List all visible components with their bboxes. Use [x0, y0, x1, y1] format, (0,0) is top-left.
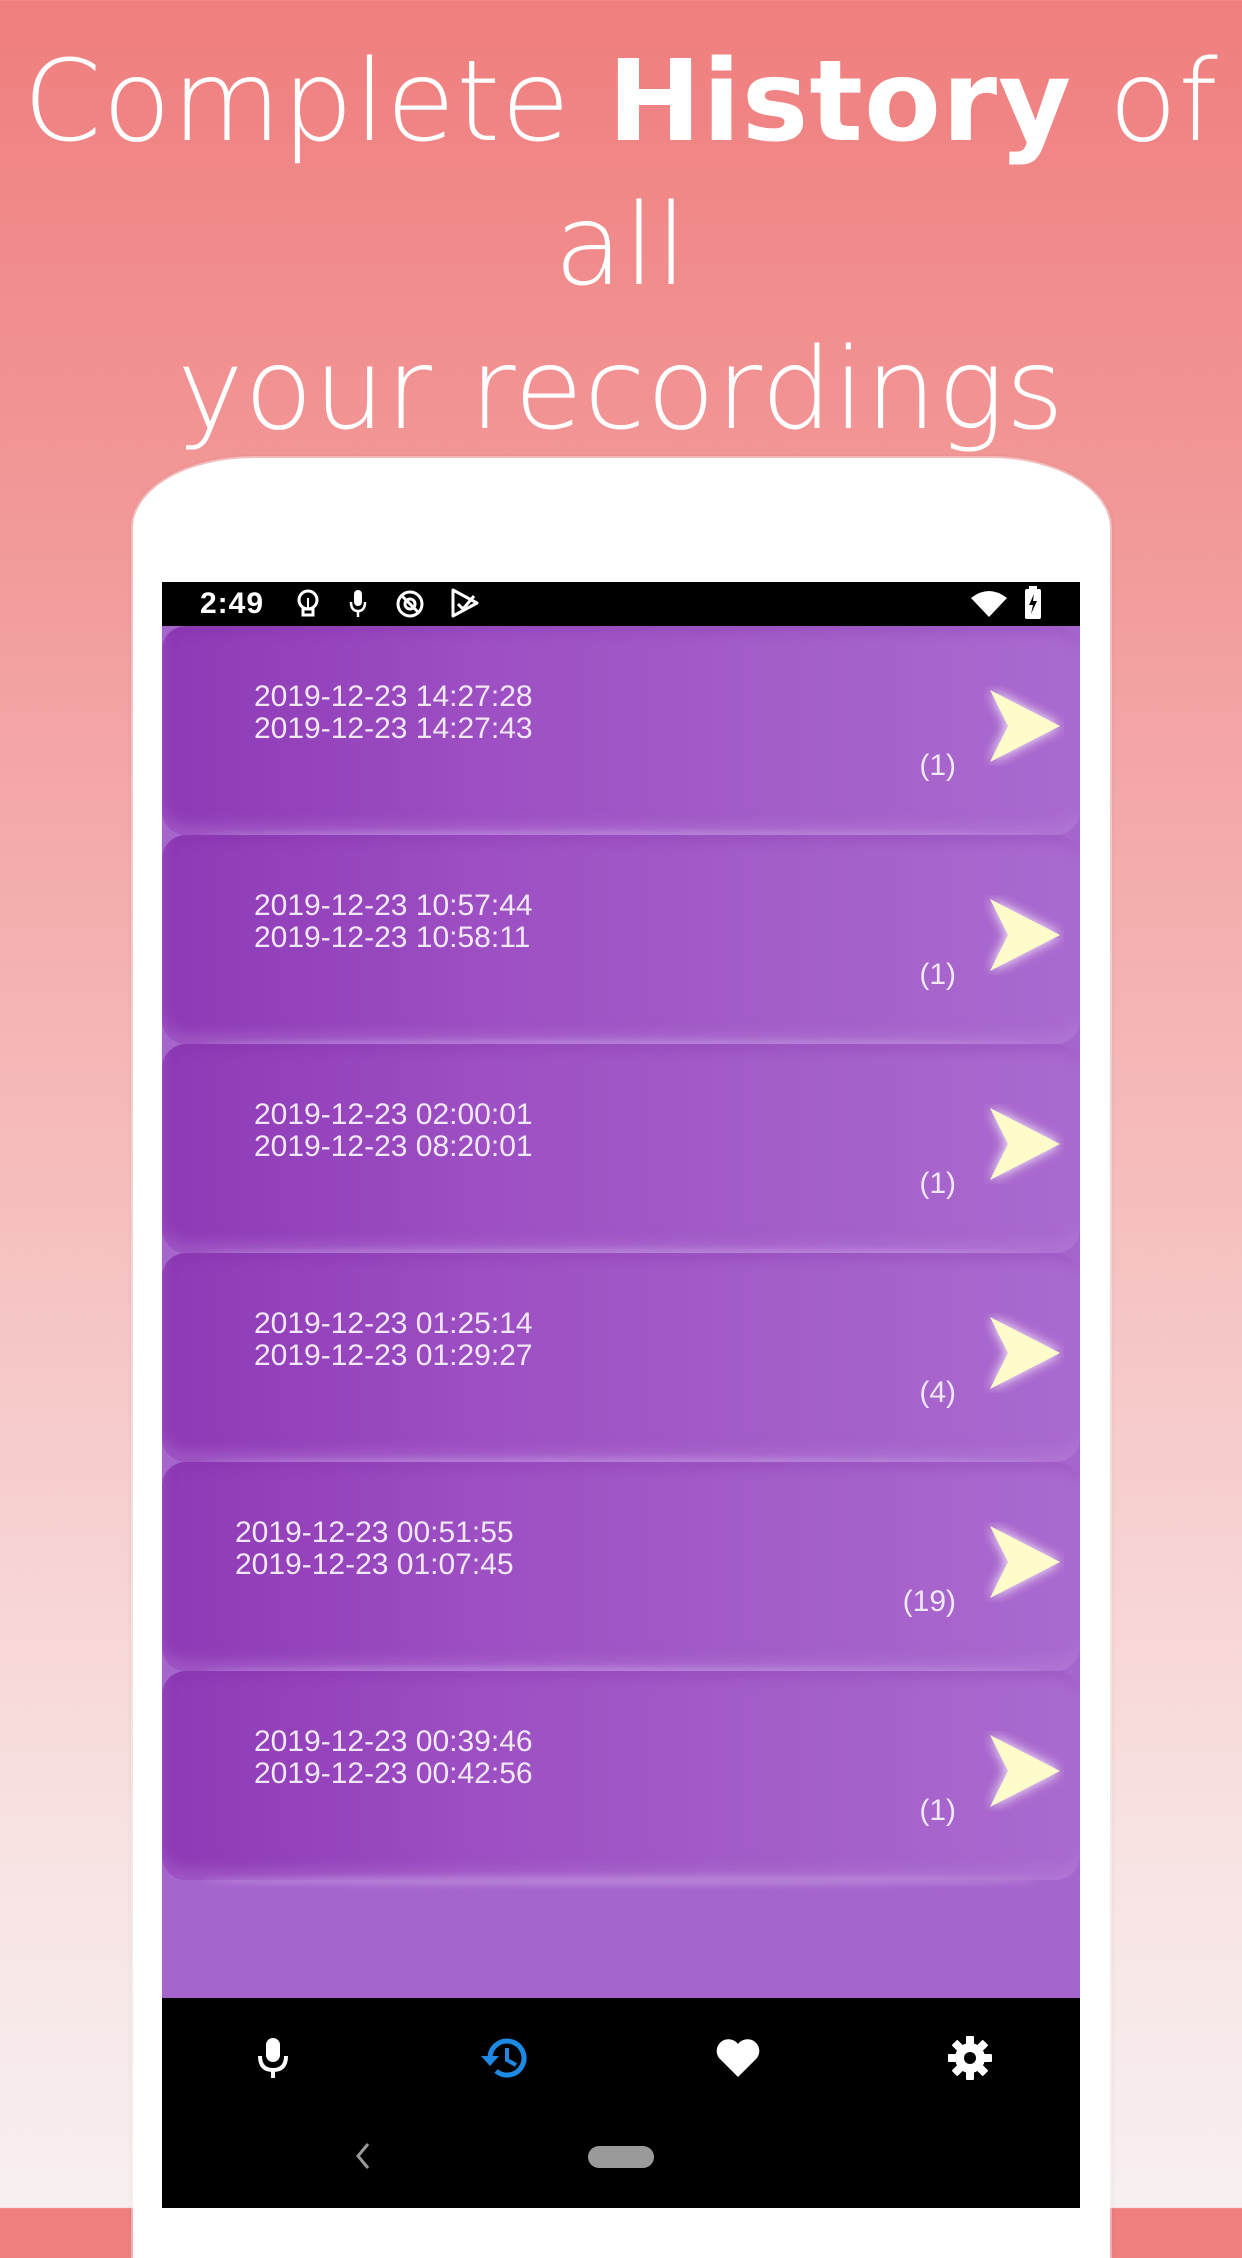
headline: Complete History of all your recordings: [0, 30, 1242, 462]
arrow-right-icon[interactable]: [984, 1522, 1064, 1602]
history-item-count: (1): [919, 958, 956, 991]
wifi-icon: [971, 591, 1007, 617]
mic-icon: [258, 2038, 288, 2078]
history-item-dates: 2019-12-23 02:00:01 2019-12-23 08:20:01: [254, 1099, 533, 1163]
history-item[interactable]: 2019-12-23 01:25:14 2019-12-23 01:29:27 (…: [162, 1253, 1080, 1462]
history-item[interactable]: 2019-12-23 10:57:44 2019-12-23 10:58:11 (…: [162, 835, 1080, 1044]
battery-charging-icon: [1025, 586, 1041, 619]
history-item-start: 2019-12-23 14:27:28: [254, 680, 533, 713]
nav-favorites-button[interactable]: [708, 2028, 768, 2088]
history-item-dates: 2019-12-23 00:39:46 2019-12-23 00:42:56: [254, 1726, 533, 1790]
history-item-end: 2019-12-23 08:20:01: [254, 1130, 533, 1163]
history-item[interactable]: 2019-12-23 00:51:55 2019-12-23 01:07:45 (…: [162, 1462, 1080, 1671]
phone-screen: 2:49 2019-12-23 14:27:28 2019-12-23 14:2…: [162, 582, 1080, 2208]
arrow-right-icon[interactable]: [984, 895, 1064, 975]
history-item-start: 2019-12-23 00:39:46: [254, 1725, 533, 1758]
mic-icon: [349, 590, 367, 617]
headline-line-1: Complete History of all: [0, 30, 1242, 318]
history-icon: [481, 2038, 527, 2078]
play-store-icon: [451, 588, 479, 618]
arrow-right-icon[interactable]: [984, 1313, 1064, 1393]
data-saver-icon: [396, 590, 424, 618]
nav-history-button[interactable]: [475, 2028, 535, 2088]
nav-record-button[interactable]: [243, 2028, 303, 2088]
nav-settings-button[interactable]: [940, 2028, 1000, 2088]
headline-part-1: Complete: [23, 37, 608, 167]
arrow-right-icon[interactable]: [984, 1104, 1064, 1184]
history-item-end: 2019-12-23 00:42:56: [254, 1757, 533, 1790]
history-item-dates: 2019-12-23 00:51:55 2019-12-23 01:07:45: [235, 1517, 514, 1581]
history-item-end: 2019-12-23 01:07:45: [235, 1548, 514, 1581]
heart-icon: [716, 2039, 760, 2077]
lightbulb-icon: [297, 589, 319, 617]
history-item-count: (19): [902, 1585, 956, 1618]
gear-icon: [948, 2036, 992, 2080]
headline-line-2: your recordings: [177, 325, 1065, 455]
status-bar: 2:49: [162, 582, 1080, 626]
history-item-start: 2019-12-23 00:51:55: [235, 1516, 514, 1549]
history-item[interactable]: 2019-12-23 14:27:28 2019-12-23 14:27:43 (…: [162, 626, 1080, 835]
history-item-start: 2019-12-23 01:25:14: [254, 1307, 533, 1340]
home-pill[interactable]: [588, 2146, 654, 2168]
history-item-count: (1): [919, 1167, 956, 1200]
headline-bold: History: [607, 37, 1073, 167]
history-item[interactable]: 2019-12-23 02:00:01 2019-12-23 08:20:01 (…: [162, 1044, 1080, 1253]
back-icon[interactable]: [348, 2136, 378, 2176]
history-item-count: (1): [919, 1794, 956, 1827]
history-item-count: (4): [919, 1376, 956, 1409]
history-item-start: 2019-12-23 02:00:01: [254, 1098, 533, 1131]
status-time: 2:49: [200, 587, 265, 620]
arrow-right-icon[interactable]: [984, 686, 1064, 766]
history-item-end: 2019-12-23 10:58:11: [254, 921, 531, 954]
history-item[interactable]: 2019-12-23 00:39:46 2019-12-23 00:42:56 (…: [162, 1671, 1080, 1880]
history-item-end: 2019-12-23 14:27:43: [254, 712, 533, 745]
history-item-dates: 2019-12-23 10:57:44 2019-12-23 10:58:11: [254, 890, 533, 954]
arrow-right-icon[interactable]: [984, 1731, 1064, 1811]
history-item-dates: 2019-12-23 14:27:28 2019-12-23 14:27:43: [254, 681, 533, 745]
history-item-count: (1): [919, 749, 956, 782]
history-item-start: 2019-12-23 10:57:44: [254, 889, 533, 922]
history-item-dates: 2019-12-23 01:25:14 2019-12-23 01:29:27: [254, 1308, 533, 1372]
bottom-navigation: [162, 1998, 1080, 2208]
history-item-end: 2019-12-23 01:29:27: [254, 1339, 533, 1372]
